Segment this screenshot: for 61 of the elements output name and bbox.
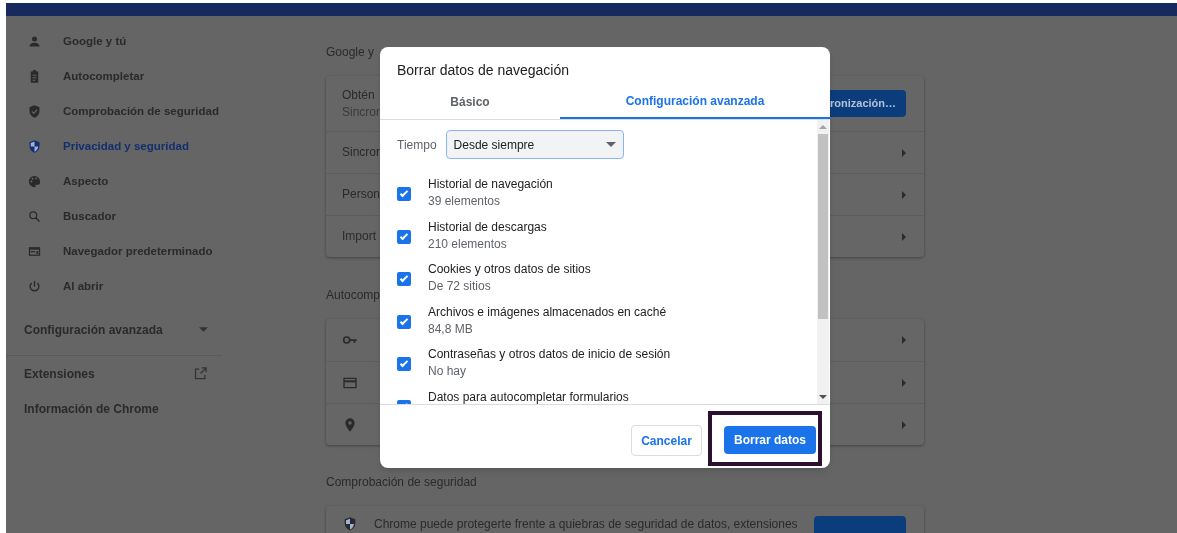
- row-title: Obtén: [342, 86, 375, 104]
- person-icon: [27, 34, 42, 49]
- scroll-up-arrow-icon[interactable]: [819, 125, 827, 129]
- row-title: Person: [342, 186, 381, 203]
- search-icon: [27, 209, 42, 224]
- row-title: Import: [342, 228, 376, 245]
- option-title: Cookies y otros datos de sitios: [428, 261, 591, 278]
- clear-data-button[interactable]: Borrar datos: [724, 426, 816, 454]
- location-pin-icon: [342, 416, 358, 433]
- time-label: Tiempo: [397, 136, 437, 154]
- sidebar-item[interactable]: Privacidad y seguridad: [6, 129, 228, 164]
- option-title: Historial de descargas: [428, 218, 547, 236]
- sidebar-item[interactable]: Aspecto: [6, 164, 228, 199]
- section-heading: Google y: [326, 44, 375, 61]
- option-title: Datos para autocompletar formularios: [428, 388, 629, 404]
- advanced-settings-toggle[interactable]: Configuración avanzada: [6, 312, 228, 347]
- browser-window-icon: [27, 244, 42, 259]
- option-detail: De 72 sitios: [428, 278, 492, 295]
- chevron-right-icon[interactable]: [902, 148, 906, 157]
- sidebar-link[interactable]: Extensiones: [6, 356, 228, 391]
- sidebar-item[interactable]: Comprobación de seguridad: [6, 94, 228, 129]
- checkbox[interactable]: [397, 314, 411, 329]
- chevron-right-icon[interactable]: [902, 378, 906, 387]
- section-heading: Autocomp: [326, 287, 381, 304]
- sidebar-item[interactable]: Buscador: [6, 199, 228, 234]
- checkbox[interactable]: [397, 357, 411, 371]
- scrollbar-thumb[interactable]: [818, 134, 828, 319]
- chevron-right-icon[interactable]: [902, 336, 906, 344]
- scroll-down-arrow-icon[interactable]: [819, 395, 827, 399]
- option-detail: No hay: [428, 363, 468, 380]
- scrollbar[interactable]: [817, 120, 829, 404]
- option-title: Contraseñas y otros datos de inicio de sesión: [428, 346, 671, 363]
- sidebar-link[interactable]: Información de Chrome: [6, 391, 228, 426]
- option-detail: 210 elementos: [428, 235, 508, 253]
- section-heading: Comprobación de seguridad: [326, 474, 477, 491]
- palette-icon: [27, 174, 42, 189]
- option-title: Archivos e imágenes almacenados en caché: [428, 303, 667, 321]
- sidebar-item[interactable]: Navegador predeterminado: [6, 234, 228, 269]
- chevron-right-icon[interactable]: [902, 232, 906, 241]
- option-detail: 84,8 MB: [428, 320, 474, 338]
- power-icon: [27, 279, 42, 294]
- sidebar-item[interactable]: Google y tú: [6, 24, 228, 59]
- chevron-right-icon[interactable]: [902, 190, 906, 199]
- checkbox[interactable]: [397, 229, 411, 244]
- cancel-button[interactable]: Cancelar: [631, 425, 702, 456]
- dialog-title: Borrar datos de navegación: [396, 61, 570, 79]
- shield-check-icon: [27, 104, 42, 119]
- shield-icon: [27, 139, 42, 154]
- dialog-tab[interactable]: Básico: [380, 84, 560, 119]
- time-range-dropdown[interactable]: Desde siempre: [445, 130, 624, 159]
- option-title: Historial de navegación: [428, 176, 553, 193]
- checkbox[interactable]: [397, 272, 411, 286]
- option-detail: 39 elementos: [428, 193, 502, 210]
- sidebar-item[interactable]: Al abrir: [6, 269, 228, 304]
- chevron-right-icon[interactable]: [902, 420, 906, 429]
- row-title: Chrome puede protegerte frente a quiebras de seguridad de datos, extensiones: [374, 516, 798, 533]
- shield-icon: [342, 516, 358, 532]
- checkbox[interactable]: [397, 187, 411, 201]
- sidebar-item[interactable]: Autocompletar: [6, 59, 228, 94]
- dialog-tab[interactable]: Configuración avanzada: [560, 84, 830, 119]
- dropdown-arrow-icon: [605, 142, 616, 147]
